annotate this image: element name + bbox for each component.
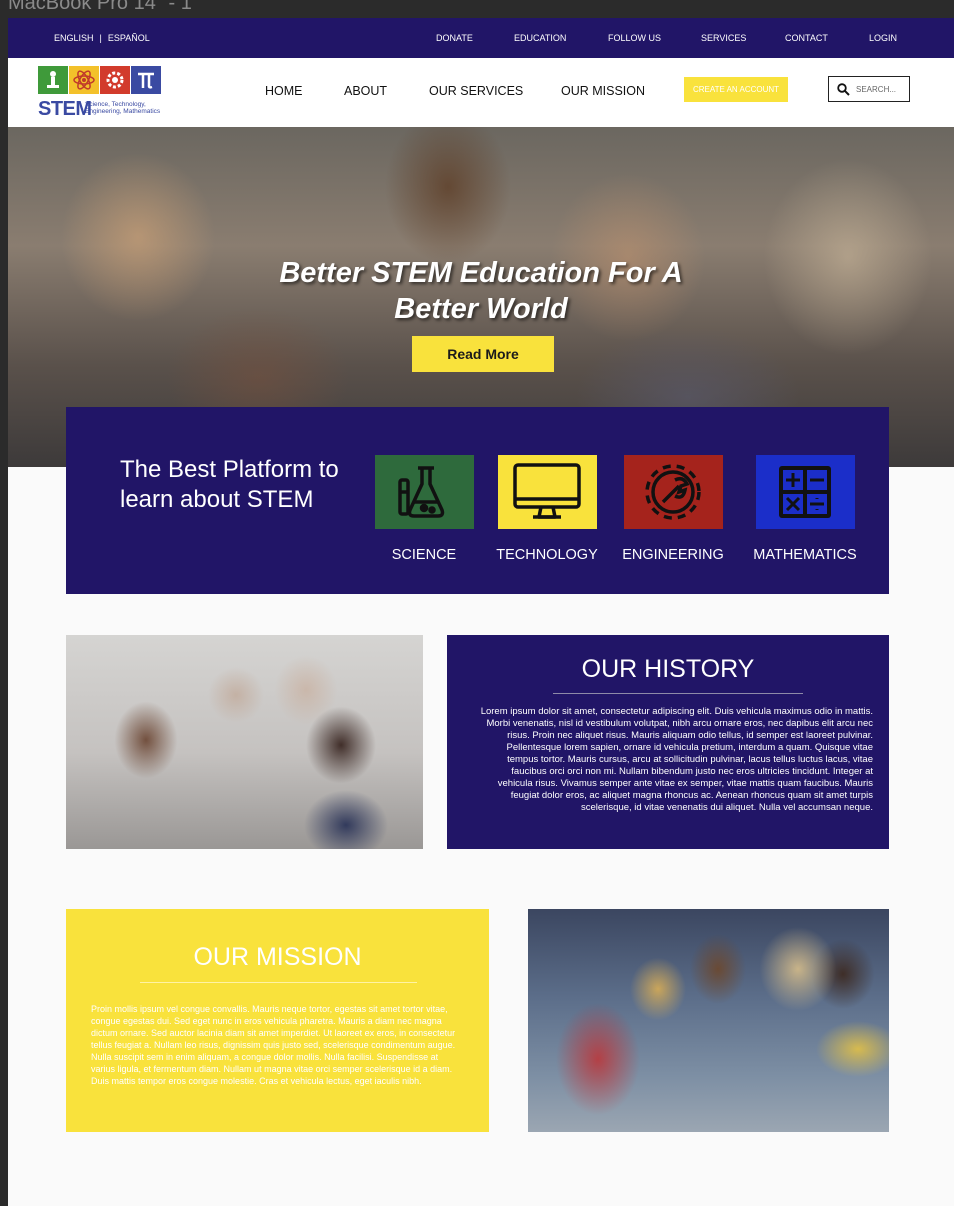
history-body: Lorem ipsum dolor sit amet, consectetur … <box>480 706 873 813</box>
read-more-button[interactable]: Read More <box>412 336 554 372</box>
mathematics-tile <box>755 455 855 529</box>
flask-icon <box>398 466 445 518</box>
contact-link[interactable]: CONTACT <box>785 33 828 43</box>
logo-tiles <box>38 66 161 94</box>
subject-mathematics[interactable]: MATHEMATICS <box>750 455 860 563</box>
history-divider <box>553 693 803 694</box>
login-link[interactable]: LOGIN <box>869 33 897 43</box>
subject-science[interactable]: SCIENCE <box>369 455 479 563</box>
gear-wrench-icon <box>645 464 701 520</box>
kids-robot-photo <box>528 909 889 1132</box>
nav-our-mission[interactable]: OUR MISSION <box>561 84 645 98</box>
kids-lab-photo <box>66 635 423 849</box>
stem-logo[interactable]: STEM Science, Technology, Engineering, M… <box>38 66 162 120</box>
logo-tagline: Science, Technology, Engineering, Mathem… <box>85 101 161 115</box>
mission-divider <box>140 982 417 983</box>
gear-tile-icon <box>100 66 130 94</box>
donate-link[interactable]: DONATE <box>436 33 473 43</box>
mission-section: OUR MISSION Proin mollis ipsum vel congu… <box>66 909 489 1132</box>
search-icon <box>837 82 850 96</box>
frame-label: MacBook Pro 14" - 1 <box>8 0 192 14</box>
nav-home[interactable]: HOME <box>265 84 303 98</box>
subject-technology[interactable]: TECHNOLOGY <box>492 455 602 563</box>
search-box[interactable] <box>828 76 910 102</box>
mission-title: OUR MISSION <box>193 943 362 971</box>
calculator-icon <box>779 466 831 518</box>
history-section: OUR HISTORY Lorem ipsum dolor sit amet, … <box>447 635 889 849</box>
nav-our-services[interactable]: OUR SERVICES <box>429 84 523 98</box>
nav-about[interactable]: ABOUT <box>344 84 387 98</box>
subject-engineering[interactable]: ENGINEERING <box>618 455 728 563</box>
subject-technology-label: TECHNOLOGY <box>496 547 598 563</box>
create-account-button[interactable]: CREATE AN ACCOUNT <box>684 77 788 102</box>
hero-title: Better STEM Education For A Better World <box>279 257 683 325</box>
engineering-tile <box>623 455 723 529</box>
main-header: STEM Science, Technology, Engineering, M… <box>8 58 954 127</box>
history-title: OUR HISTORY <box>581 655 755 683</box>
technology-tile <box>497 455 597 529</box>
lang-separator: | <box>99 33 102 43</box>
lang-english-link[interactable]: ENGLISH <box>54 33 94 43</box>
monitor-icon <box>513 463 581 519</box>
platform-title: The Best Platform to learn about STEM <box>120 456 339 513</box>
subject-engineering-label: ENGINEERING <box>622 547 724 563</box>
services-link[interactable]: SERVICES <box>701 33 746 43</box>
science-tile <box>374 455 474 529</box>
subject-mathematics-label: MATHEMATICS <box>753 547 857 563</box>
page: ENGLISH | ESPAÑOL DONATE EDUCATION FOLLO… <box>8 18 954 1206</box>
language-switcher: ENGLISH | ESPAÑOL <box>54 33 150 43</box>
top-utility-bar: ENGLISH | ESPAÑOL DONATE EDUCATION FOLLO… <box>8 18 954 58</box>
logo-word: STEM <box>38 98 92 120</box>
subject-science-label: SCIENCE <box>391 547 457 563</box>
lang-espanol-link[interactable]: ESPAÑOL <box>108 33 150 43</box>
mission-body: Proin mollis ipsum vel congue convallis.… <box>91 1004 456 1086</box>
atom-tile-icon <box>69 66 99 94</box>
science-tile-icon <box>38 66 68 94</box>
follow-us-link[interactable]: FOLLOW US <box>608 33 661 43</box>
platform-card: The Best Platform to learn about STEM SC… <box>66 407 889 594</box>
education-link[interactable]: EDUCATION <box>514 33 566 43</box>
pi-tile-icon <box>131 66 161 94</box>
search-input[interactable] <box>856 84 906 94</box>
